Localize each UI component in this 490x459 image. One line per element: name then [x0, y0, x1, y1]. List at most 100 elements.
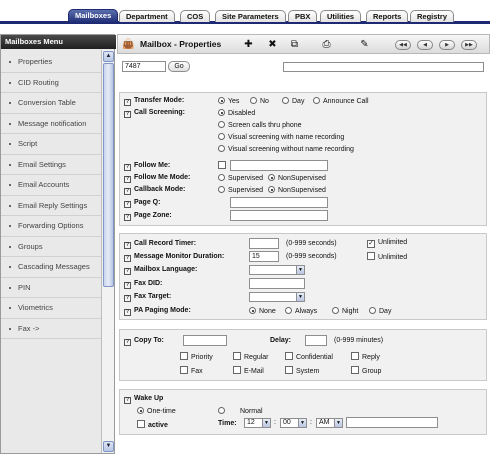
copy-reply-checkbox[interactable]: Reply [351, 352, 380, 361]
sidebar-item-fax[interactable]: Fax -> [1, 319, 101, 339]
sidebar-item-forwarding-options[interactable]: Forwarding Options [1, 216, 101, 237]
go-button[interactable]: Go [168, 61, 190, 72]
scroll-thumb[interactable] [103, 63, 114, 287]
last-record-button[interactable]: ▶▶ [461, 40, 477, 50]
tab-cos[interactable]: COS [180, 10, 211, 22]
sidebar-item-properties[interactable]: Properties [1, 52, 101, 73]
pa-day-radio[interactable]: Day [369, 307, 391, 315]
mailbox-language-select[interactable]: ▼ [249, 265, 305, 275]
pa-none-radio[interactable]: None [249, 307, 276, 315]
screening-phone-radio[interactable]: Screen calls thru phone [218, 121, 302, 129]
transfer-no-radio[interactable]: No [250, 97, 269, 105]
sidebar-item-viometrics[interactable]: Viometrics [1, 298, 101, 319]
wakeup-ampm-select[interactable]: AM ▼ [316, 418, 343, 428]
tab-utilities[interactable]: Utilities [320, 10, 362, 22]
callback-nonsupervised-radio[interactable]: NonSupervised [268, 186, 326, 194]
message-monitor-input[interactable]: 15 [249, 251, 279, 262]
help-icon[interactable]: ? [124, 201, 131, 208]
fax-target-select[interactable]: ▼ [249, 292, 305, 302]
next-record-button[interactable]: ▶ [439, 40, 455, 50]
wakeup-onetime-radio[interactable]: One-time [137, 407, 176, 415]
edit-icon[interactable]: ✎ [358, 38, 371, 51]
scroll-down-icon[interactable]: ▼ [103, 441, 114, 452]
page-zone-input[interactable] [230, 210, 328, 221]
sidebar-scrollbar[interactable]: ▲ ▼ [101, 50, 114, 453]
help-icon[interactable]: ? [124, 188, 131, 195]
sidebar-item-email-reply-settings[interactable]: Email Reply Settings [1, 196, 101, 216]
sidebar-item-conversion-table[interactable]: Conversion Table [1, 93, 101, 114]
help-icon[interactable]: ? [124, 295, 131, 302]
wakeup-number-input[interactable] [346, 417, 438, 428]
follow-me-supervised-radio[interactable]: Supervised [218, 174, 263, 182]
tab-reports[interactable]: Reports [366, 10, 409, 22]
mailbox-number-input[interactable]: 7487 [122, 61, 166, 72]
copy-mailbox-icon[interactable]: ⧉ [288, 38, 301, 51]
copy-confidential-checkbox[interactable]: Confidential [285, 352, 333, 361]
tab-mailboxes[interactable]: Mailboxes [68, 9, 119, 23]
sidebar-item-label: Properties [18, 57, 53, 66]
tab-site-parameters[interactable]: Site Parameters [215, 10, 286, 22]
help-icon[interactable]: ? [124, 268, 131, 275]
copy-system-checkbox[interactable]: System [285, 366, 319, 375]
sidebar-item-cid-routing[interactable]: CID Routing [1, 73, 101, 93]
copy-fax-checkbox[interactable]: Fax [180, 366, 203, 375]
sidebar-item-groups[interactable]: Groups [1, 237, 101, 257]
delay-input[interactable] [305, 335, 327, 346]
screening-visual-with-name-radio[interactable]: Visual screening with name recording [218, 133, 344, 141]
tab-department[interactable]: Department [119, 10, 175, 22]
callback-supervised-radio[interactable]: Supervised [218, 186, 263, 194]
add-mailbox-icon[interactable]: ✚ [242, 38, 255, 51]
help-icon[interactable]: ? [124, 397, 131, 404]
help-icon[interactable]: ? [124, 242, 131, 249]
help-icon[interactable]: ? [124, 111, 131, 118]
transfer-day-radio[interactable]: Day [282, 97, 304, 105]
print-icon[interactable]: ⎙ [320, 38, 333, 51]
pa-always-radio[interactable]: Always [285, 307, 317, 315]
copy-to-input[interactable] [183, 335, 227, 346]
pa-night-radio[interactable]: Night [332, 307, 358, 315]
transfer-yes-radio[interactable]: Yes [218, 97, 239, 105]
first-record-button[interactable]: ◀◀ [395, 40, 411, 50]
copy-regular-checkbox[interactable]: Regular [233, 352, 269, 361]
wakeup-minute-select[interactable]: 00 ▼ [280, 418, 307, 428]
tab-pbx[interactable]: PBX [288, 10, 318, 22]
wakeup-normal-radio[interactable]: Normal [218, 407, 263, 415]
previous-record-button[interactable]: ◀ [417, 40, 433, 50]
call-record-timer-input[interactable] [249, 238, 279, 249]
copy-group-checkbox[interactable]: Group [351, 366, 381, 375]
sidebar-item-script[interactable]: Script [1, 134, 101, 155]
help-icon[interactable]: ? [124, 176, 131, 183]
page-q-input[interactable] [230, 197, 328, 208]
scroll-up-icon[interactable]: ▲ [103, 51, 114, 62]
sidebar-item-message-notification[interactable]: Message notification [1, 114, 101, 134]
screening-disabled-radio[interactable]: Disabled [218, 109, 255, 117]
help-icon[interactable]: ? [124, 164, 131, 171]
mailbox-icon: 👜 [122, 39, 135, 50]
help-icon[interactable]: ? [124, 282, 131, 289]
sidebar-item-pin[interactable]: PIN [1, 278, 101, 298]
wakeup-active-checkbox[interactable]: active [137, 420, 168, 429]
copy-email-checkbox[interactable]: E-Mail [233, 366, 264, 375]
sidebar-item-email-settings[interactable]: Email Settings [1, 155, 101, 175]
help-icon[interactable]: ? [124, 339, 131, 346]
wakeup-hour-select[interactable]: 12 ▼ [244, 418, 271, 428]
follow-me-number-input[interactable] [230, 160, 328, 171]
sidebar-item-cascading-messages[interactable]: Cascading Messages [1, 257, 101, 278]
sidebar-item-email-accounts[interactable]: Email Accounts [1, 175, 101, 196]
help-icon[interactable]: ? [124, 214, 131, 221]
help-icon[interactable]: ? [124, 309, 131, 316]
help-icon[interactable]: ? [124, 255, 131, 262]
tab-registry[interactable]: Registry [410, 10, 455, 22]
delete-mailbox-icon[interactable]: ✖ [266, 38, 279, 51]
screening-visual-without-name-radio[interactable]: Visual screening without name recording [218, 145, 354, 153]
help-icon[interactable]: ? [124, 99, 131, 106]
transfer-announce-radio[interactable]: Announce Call [313, 97, 369, 105]
sidebar-item-label: Email Accounts [18, 180, 70, 189]
fax-did-input[interactable] [249, 278, 305, 289]
follow-me-checkbox[interactable] [218, 161, 229, 170]
message-monitor-unlimited-checkbox[interactable]: Unlimited [367, 252, 407, 261]
copy-priority-checkbox[interactable]: Priority [180, 352, 213, 361]
mailbox-name-field[interactable] [283, 62, 484, 72]
follow-me-nonsupervised-radio[interactable]: NonSupervised [268, 174, 326, 182]
call-record-unlimited-checkbox[interactable]: ✓ Unlimited [367, 239, 407, 248]
